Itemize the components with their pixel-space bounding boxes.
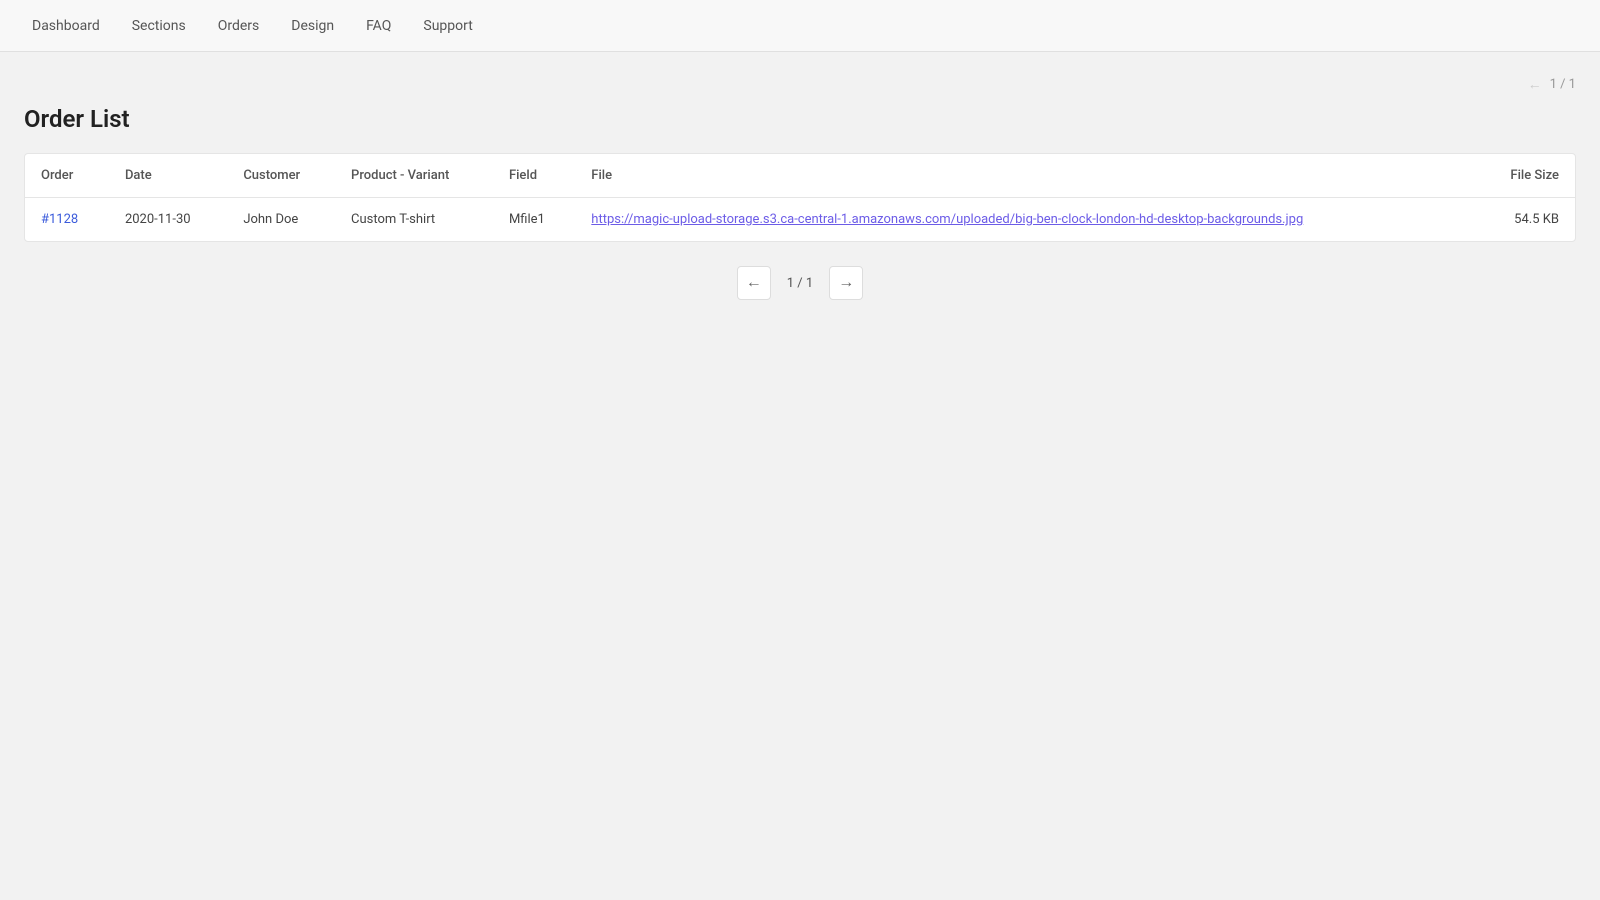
bottom-pagination: ← 1 / 1 → — [24, 266, 1576, 300]
file-link[interactable]: https://magic-upload-storage.s3.ca-centr… — [591, 212, 1303, 227]
th-file_size: File Size — [1477, 154, 1575, 198]
navigation: DashboardSectionsOrdersDesignFAQSupport — [0, 0, 1600, 52]
order-link[interactable]: #1128 — [41, 212, 78, 227]
file-cell: https://magic-upload-storage.s3.ca-centr… — [575, 198, 1477, 242]
top-prev-arrow: ← — [1528, 76, 1542, 93]
customer-cell: John Doe — [227, 198, 335, 242]
top-pagination: ← 1 / 1 — [24, 76, 1576, 93]
nav-item-dashboard[interactable]: Dashboard — [16, 0, 116, 52]
page-title: Order List — [24, 105, 1576, 133]
file-size-cell: 54.5 KB — [1477, 198, 1575, 242]
th-product_variant: Product - Variant — [335, 154, 493, 198]
th-customer: Customer — [227, 154, 335, 198]
th-file: File — [575, 154, 1477, 198]
bottom-pagination-info: 1 / 1 — [779, 276, 821, 291]
top-pagination-info: 1 / 1 — [1550, 77, 1576, 92]
nav-item-sections[interactable]: Sections — [116, 0, 202, 52]
table-header: OrderDateCustomerProduct - VariantFieldF… — [25, 154, 1575, 198]
th-order: Order — [25, 154, 109, 198]
product-variant-cell: Custom T-shirt — [335, 198, 493, 242]
th-date: Date — [109, 154, 227, 198]
order-number-cell: #1128 — [25, 198, 109, 242]
prev-page-button[interactable]: ← — [737, 266, 771, 300]
nav-item-orders[interactable]: Orders — [202, 0, 276, 52]
date-cell: 2020-11-30 — [109, 198, 227, 242]
order-table: OrderDateCustomerProduct - VariantFieldF… — [25, 154, 1575, 241]
nav-item-support[interactable]: Support — [407, 0, 488, 52]
table-body: #1128 2020-11-30John DoeCustom T-shirtMfi… — [25, 198, 1575, 242]
table-row: #1128 2020-11-30John DoeCustom T-shirtMfi… — [25, 198, 1575, 242]
nav-item-design[interactable]: Design — [275, 0, 350, 52]
order-table-container: OrderDateCustomerProduct - VariantFieldF… — [24, 153, 1576, 242]
field-cell: Mfile1 — [493, 198, 575, 242]
th-field: Field — [493, 154, 575, 198]
nav-item-faq[interactable]: FAQ — [350, 0, 407, 52]
main-content: ← 1 / 1 Order List OrderDateCustomerProd… — [0, 52, 1600, 324]
next-page-button[interactable]: → — [829, 266, 863, 300]
